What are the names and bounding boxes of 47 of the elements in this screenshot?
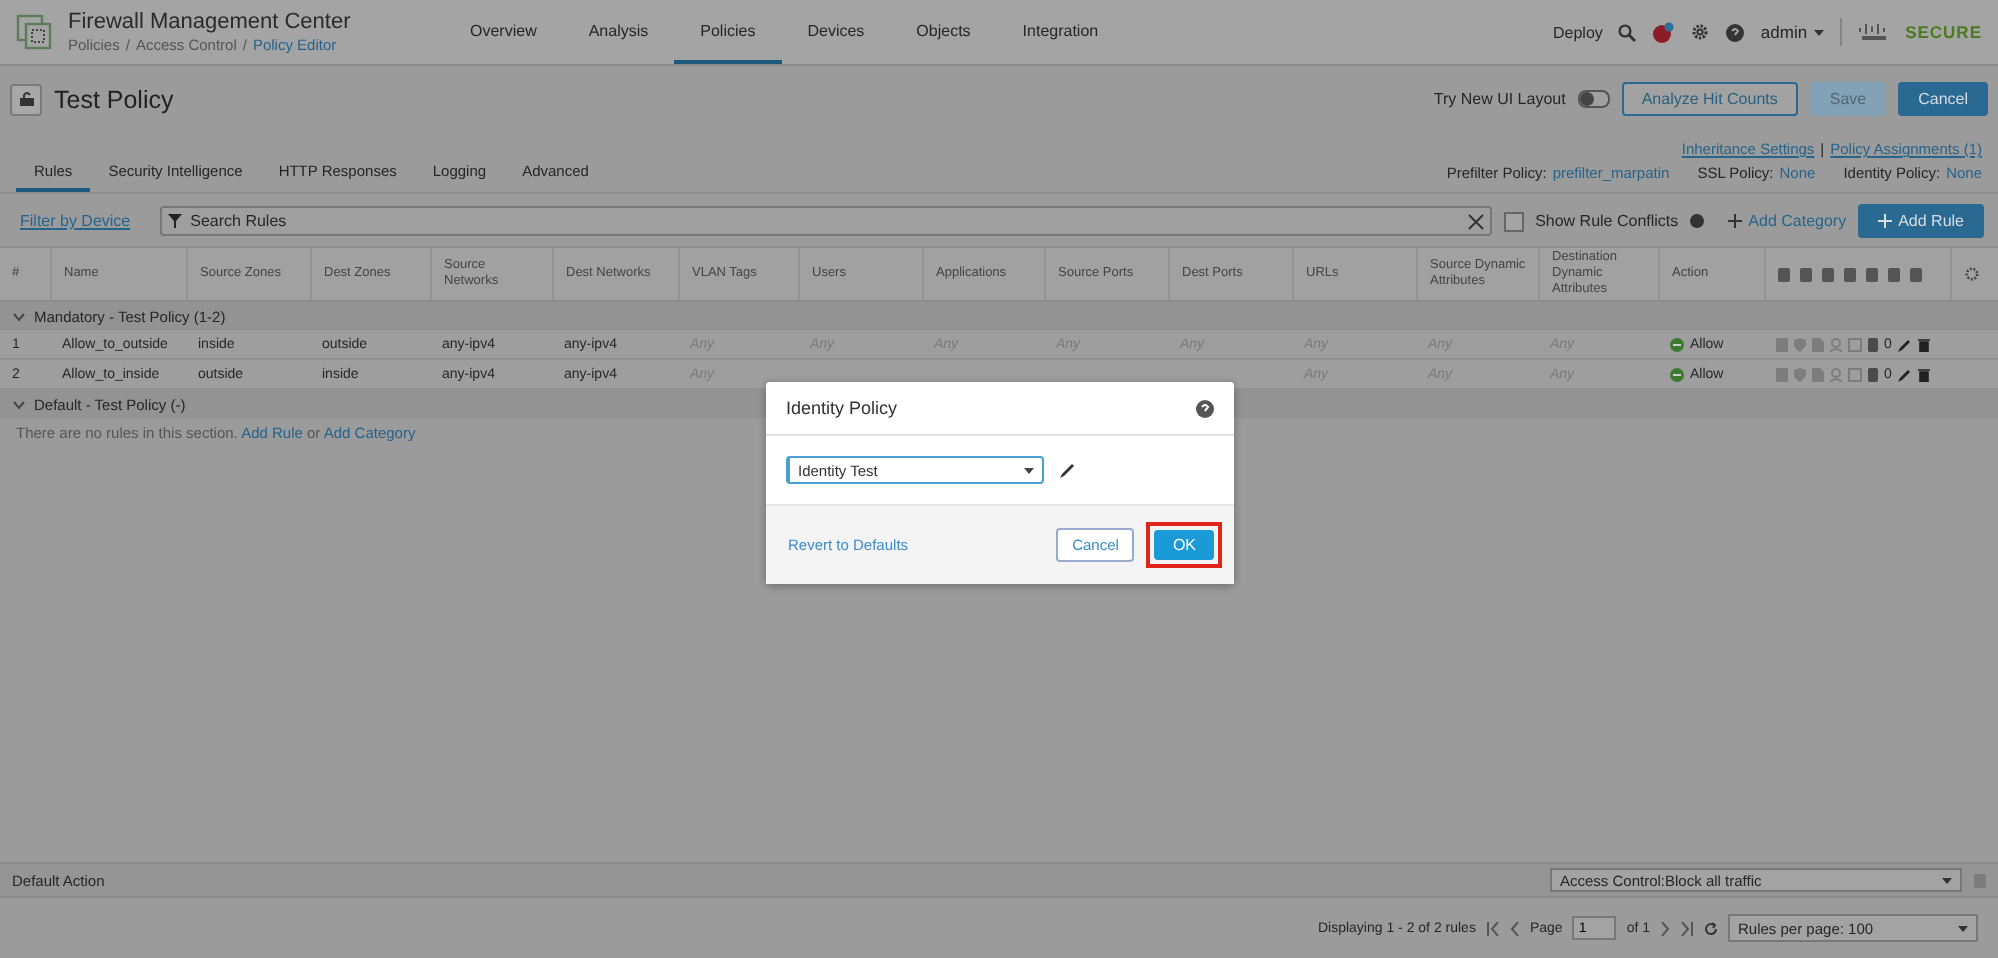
- search-field[interactable]: Search Rules: [160, 206, 1492, 236]
- edit-icon[interactable]: [1897, 367, 1912, 381]
- next-page-icon[interactable]: [1660, 921, 1670, 935]
- allow-icon: [1670, 337, 1684, 351]
- checkbox[interactable]: [1503, 211, 1524, 231]
- deploy-button[interactable]: Deploy: [1553, 23, 1603, 41]
- nav-item[interactable]: Policies: [674, 0, 782, 64]
- edit-icon[interactable]: [1060, 462, 1076, 478]
- add-rule-button[interactable]: Add Rule: [1858, 204, 1984, 238]
- nav-item[interactable]: Overview: [444, 0, 563, 64]
- notification-icon[interactable]: [1652, 21, 1675, 43]
- search-icon[interactable]: [1618, 23, 1637, 41]
- settings-icon[interactable]: [1964, 266, 1980, 282]
- nav-item[interactable]: Devices: [781, 0, 891, 64]
- checkbox-label: Show Rule Conflicts: [1535, 212, 1679, 230]
- chevron-icon[interactable]: [12, 399, 26, 409]
- app-logo-icon: [16, 14, 52, 50]
- caret-icon: [1942, 877, 1952, 883]
- allow-icon: [1670, 367, 1684, 381]
- plus-icon: [1878, 214, 1893, 228]
- nav-item[interactable]: Objects: [890, 0, 997, 64]
- lock-icon[interactable]: [10, 83, 42, 115]
- first-page-icon[interactable]: [1485, 921, 1500, 935]
- settings-icon[interactable]: [1690, 22, 1711, 42]
- refresh-icon[interactable]: [1704, 921, 1718, 935]
- user-menu[interactable]: admin: [1760, 22, 1824, 42]
- new-ui-label: Try New UI Layout: [1433, 90, 1566, 108]
- nav-item[interactable]: Integration: [996, 0, 1125, 64]
- previous-page-icon[interactable]: [1509, 921, 1520, 935]
- dialog-title: Identity Policy: [786, 398, 898, 418]
- caret-icon: [1024, 467, 1034, 473]
- app-title: Firewall Management Center: [68, 10, 353, 34]
- policy-title: Test Policy: [54, 85, 174, 113]
- caret-icon: [1813, 29, 1824, 35]
- filter-icon: [168, 214, 183, 228]
- ok-button[interactable]: OK: [1154, 530, 1214, 560]
- nav-item[interactable]: Analysis: [562, 0, 675, 64]
- last-page-icon[interactable]: [1680, 921, 1694, 935]
- plus-icon: [1728, 214, 1743, 228]
- brand-name: SECURE: [1905, 22, 1982, 42]
- edit-icon[interactable]: [1897, 337, 1912, 351]
- chevron-icon[interactable]: [12, 311, 26, 321]
- new-ui-toggle[interactable]: [1577, 90, 1610, 108]
- clear-icon[interactable]: [1467, 214, 1484, 230]
- action-button[interactable]: Cancel: [1898, 82, 1988, 116]
- brand-logo-icon: [1857, 22, 1890, 42]
- caret-icon: [1958, 925, 1968, 931]
